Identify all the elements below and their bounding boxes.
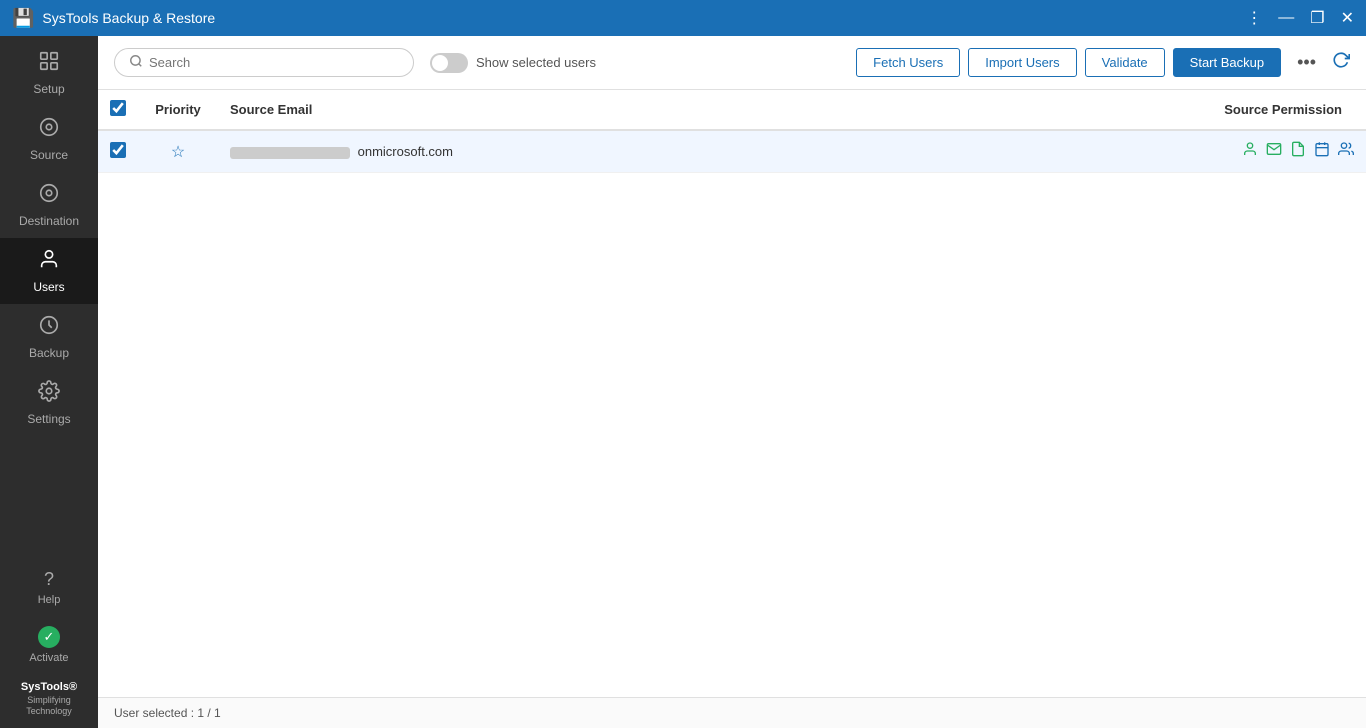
settings-icon [38, 380, 60, 408]
sidebar-item-settings[interactable]: Settings [0, 370, 98, 436]
search-box[interactable] [114, 48, 414, 77]
more-options-button[interactable]: ••• [1289, 48, 1324, 77]
header-priority: Priority [138, 90, 218, 130]
sidebar: Setup Source Destination Users Backup [0, 36, 98, 728]
sidebar-item-users[interactable]: Users [0, 238, 98, 304]
email-domain-part: onmicrosoft.com [358, 144, 453, 159]
row-priority-cell: ☆ [138, 130, 218, 173]
toggle-area: Show selected users [430, 53, 596, 73]
destination-label: Destination [19, 214, 79, 228]
activate-label: Activate [29, 652, 68, 664]
toggle-knob [432, 55, 448, 71]
users-label: Users [33, 280, 64, 294]
close-button[interactable]: ✕ [1341, 8, 1354, 28]
toggle-label: Show selected users [476, 55, 596, 70]
email-blurred-part [230, 147, 350, 159]
header-checkbox-col [98, 90, 138, 130]
select-all-checkbox[interactable] [110, 100, 126, 116]
doc-permission-icon[interactable] [1290, 141, 1306, 162]
show-selected-toggle[interactable] [430, 53, 468, 73]
sidebar-item-setup[interactable]: Setup [0, 40, 98, 106]
header-source-email: Source Email [218, 90, 926, 130]
systools-logo: SysTools® Simplifying Technology [0, 674, 98, 720]
title-bar: 💾 SysTools Backup & Restore ⋮ — ❐ ✕ [0, 0, 1366, 36]
import-users-button[interactable]: Import Users [968, 48, 1076, 77]
search-icon [129, 54, 143, 71]
source-label: Source [30, 148, 68, 162]
header-source-permission: Source Permission [926, 90, 1366, 130]
settings-label: Settings [27, 412, 70, 426]
sidebar-item-backup[interactable]: Backup [0, 304, 98, 370]
sidebar-item-destination[interactable]: Destination [0, 172, 98, 238]
setup-icon [38, 50, 60, 78]
row-email-cell: onmicrosoft.com [218, 130, 926, 173]
menu-icon[interactable]: ⋮ [1246, 8, 1262, 28]
table-body: ☆ onmicrosoft.com [98, 130, 1366, 173]
start-backup-button[interactable]: Start Backup [1173, 48, 1281, 77]
toolbar: Show selected users Fetch Users Import U… [98, 36, 1366, 90]
backup-icon [38, 314, 60, 342]
activate-check-icon: ✓ [38, 626, 60, 648]
search-input[interactable] [149, 55, 399, 70]
app-title-area: 💾 SysTools Backup & Restore [12, 8, 215, 29]
row-checkbox[interactable] [110, 142, 126, 158]
contacts-permission-icon[interactable] [1338, 141, 1354, 162]
sidebar-bottom: ? Help ✓ Activate SysTools® Simplifying … [0, 559, 98, 728]
sidebar-item-help[interactable]: ? Help [0, 559, 98, 616]
minimize-button[interactable]: — [1278, 9, 1294, 27]
row-permission-cell [926, 130, 1366, 173]
window-controls: ⋮ — ❐ ✕ [1246, 8, 1354, 28]
validate-button[interactable]: Validate [1085, 48, 1165, 77]
backup-label: Backup [29, 346, 69, 360]
users-table-container: Priority Source Email Source Permission … [98, 90, 1366, 697]
status-text: User selected : 1 / 1 [114, 706, 221, 720]
permission-icons [938, 141, 1355, 162]
table-header: Priority Source Email Source Permission [98, 90, 1366, 130]
users-icon [38, 248, 60, 276]
destination-icon [38, 182, 60, 210]
user-permission-icon[interactable] [1242, 141, 1258, 162]
app-title: SysTools Backup & Restore [42, 10, 215, 26]
help-label: Help [38, 594, 61, 606]
calendar-permission-icon[interactable] [1314, 141, 1330, 162]
status-bar: User selected : 1 / 1 [98, 697, 1366, 728]
row-checkbox-cell [98, 130, 138, 173]
refresh-button[interactable] [1332, 51, 1350, 74]
setup-label: Setup [33, 82, 64, 96]
users-table: Priority Source Email Source Permission … [98, 90, 1366, 173]
sidebar-item-source[interactable]: Source [0, 106, 98, 172]
sidebar-item-activate[interactable]: ✓ Activate [0, 616, 98, 674]
fetch-users-button[interactable]: Fetch Users [856, 48, 960, 77]
app-icon: 💾 [12, 8, 34, 29]
toolbar-right: Fetch Users Import Users Validate Start … [856, 48, 1350, 77]
app-body: Setup Source Destination Users Backup [0, 36, 1366, 728]
mail-permission-icon[interactable] [1266, 141, 1282, 162]
help-icon: ? [44, 569, 54, 590]
restore-button[interactable]: ❐ [1310, 8, 1324, 28]
source-icon [38, 116, 60, 144]
main-content: Show selected users Fetch Users Import U… [98, 36, 1366, 728]
table-row: ☆ onmicrosoft.com [98, 130, 1366, 173]
priority-star-icon[interactable]: ☆ [171, 144, 185, 161]
